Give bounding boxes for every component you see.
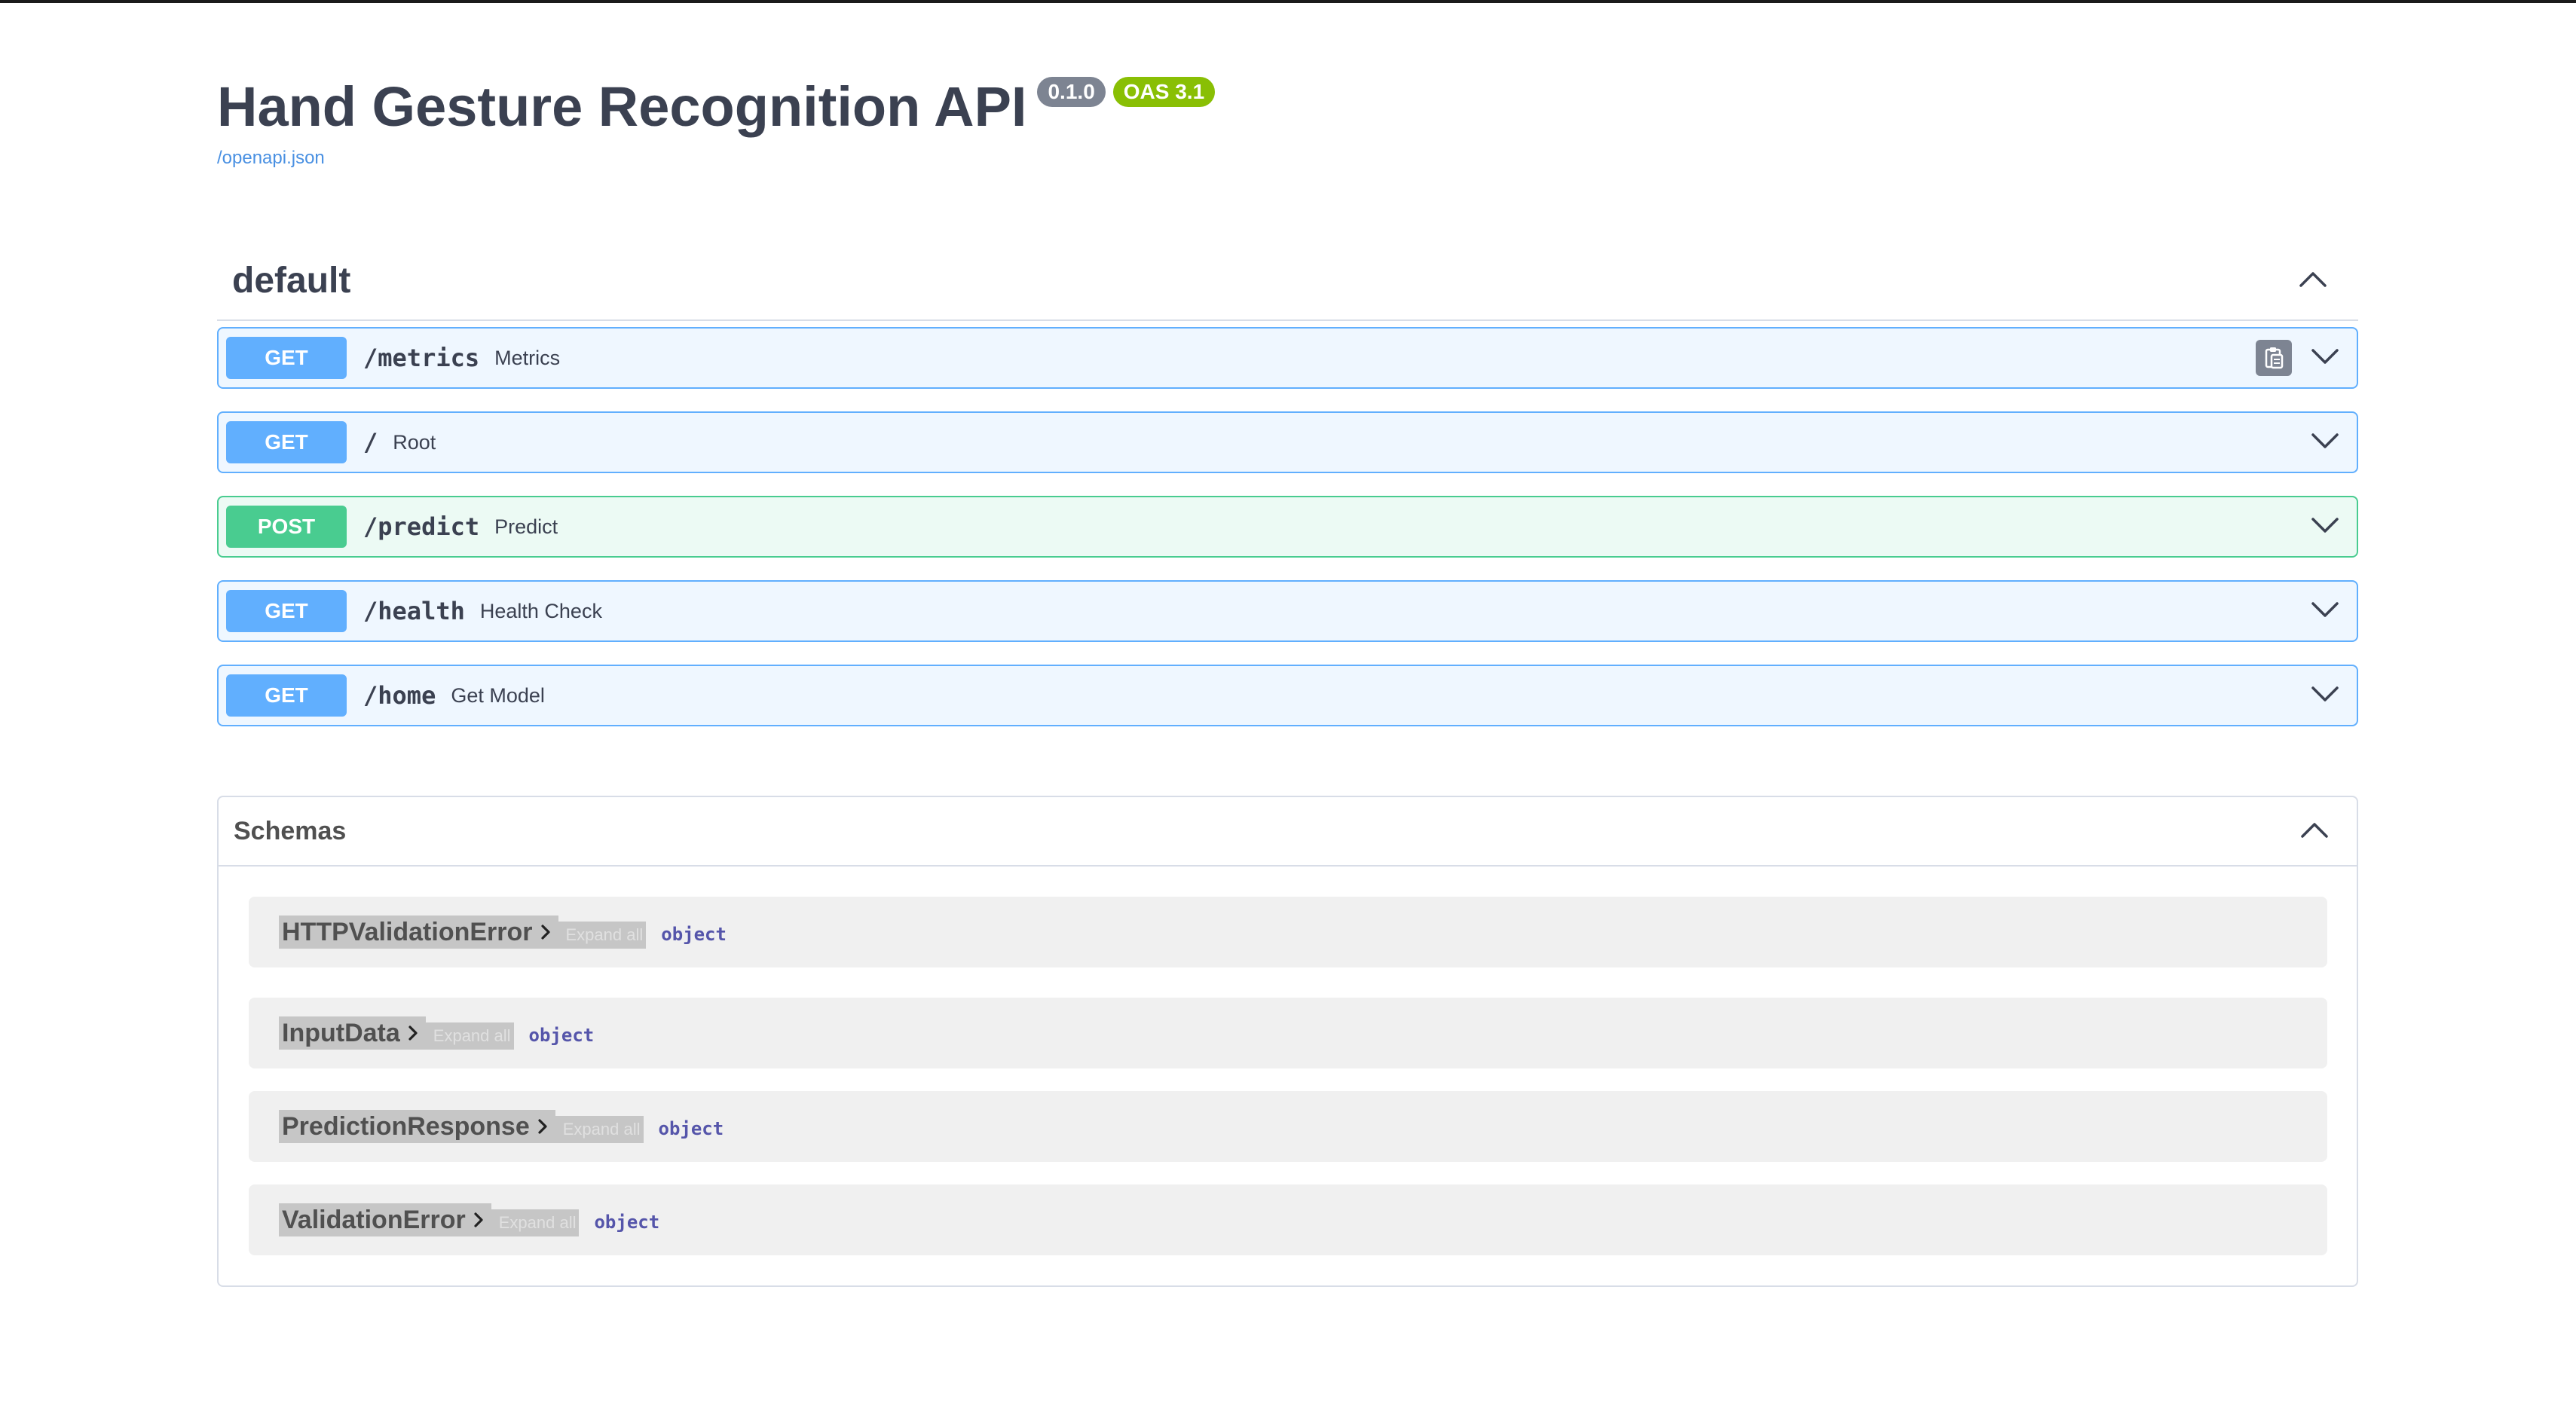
operation-controls [2310, 413, 2340, 472]
schema-http-validation-error: HTTPValidationError Expand all object [249, 897, 2327, 967]
version-badge: 0.1.0 [1037, 77, 1106, 107]
operation-controls [2256, 329, 2340, 387]
oas-badge: OAS 3.1 [1112, 77, 1216, 107]
schema-validation-error: ValidationError Expand all object [249, 1184, 2327, 1255]
api-title: Hand Gesture Recognition API [217, 75, 1027, 138]
schema-type: object [528, 1025, 595, 1046]
chevron-down-icon[interactable] [2310, 432, 2340, 454]
operation-summary: Metrics [494, 346, 561, 369]
operation-controls [2310, 582, 2340, 640]
schema-name: PredictionResponse [282, 1111, 530, 1141]
chevron-down-icon[interactable] [2310, 685, 2340, 707]
method-badge: POST [226, 506, 347, 548]
schema-toggle[interactable]: ValidationError [279, 1203, 491, 1236]
api-info: Hand Gesture Recognition API 0.1.0 OAS 3… [217, 72, 1216, 169]
chevron-right-icon [408, 1019, 418, 1048]
operation-path: /health [363, 597, 465, 625]
schemas-title: Schemas [234, 816, 347, 845]
operation-controls [2310, 497, 2340, 556]
schema-name: InputData [282, 1018, 400, 1047]
operation-path: /home [363, 681, 436, 710]
operation-summary: Root [393, 430, 436, 454]
method-badge: GET [226, 590, 347, 632]
top-border [0, 0, 2576, 3]
expand-all-button[interactable]: Expand all [558, 922, 647, 949]
operation-get-home[interactable]: GET /home Get Model [217, 665, 2358, 726]
tag-name: default [232, 260, 351, 301]
openapi-json-link[interactable]: /openapi.json [217, 148, 1215, 169]
operation-summary: Health Check [479, 599, 602, 622]
operation-get-health[interactable]: GET /health Health Check [217, 580, 2358, 642]
chevron-up-icon[interactable] [2298, 270, 2328, 292]
schema-type: object [594, 1212, 660, 1233]
title-row: Hand Gesture Recognition API 0.1.0 OAS 3… [217, 72, 1216, 142]
expand-all-button[interactable]: Expand all [555, 1116, 644, 1143]
chevron-up-icon[interactable] [2299, 821, 2330, 842]
operation-path: / [363, 428, 378, 457]
chevron-down-icon[interactable] [2310, 601, 2340, 622]
expand-all-button[interactable]: Expand all [425, 1022, 514, 1050]
schema-input-data: InputData Expand all object [249, 998, 2327, 1068]
schemas-section: Schemas HTTPValidationError Expand all o… [217, 796, 2358, 1287]
schema-toggle[interactable]: HTTPValidationError [279, 915, 558, 949]
schema-name: ValidationError [282, 1205, 466, 1234]
schema-type: object [658, 1118, 724, 1139]
copy-to-clipboard-button[interactable] [2256, 340, 2292, 376]
expand-all-button[interactable]: Expand all [491, 1209, 580, 1236]
method-badge: GET [226, 674, 347, 717]
schema-toggle[interactable]: PredictionResponse [279, 1110, 555, 1143]
operation-path: /metrics [363, 344, 480, 372]
operation-get-root[interactable]: GET / Root [217, 411, 2358, 473]
operation-controls [2310, 666, 2340, 725]
schemas-header[interactable]: Schemas [219, 797, 2357, 867]
operation-get-metrics[interactable]: GET /metrics Metrics [217, 327, 2358, 389]
tag-section-header[interactable]: default [217, 241, 2358, 321]
method-badge: GET [226, 421, 347, 463]
clipboard-icon [2265, 347, 2284, 369]
operation-summary: Predict [494, 515, 558, 538]
chevron-down-icon[interactable] [2310, 516, 2340, 538]
operation-path: /predict [363, 512, 480, 541]
chevron-down-icon[interactable] [2310, 347, 2340, 369]
method-badge: GET [226, 337, 347, 379]
operations-list: GET /metrics Metrics GET / Root POST /pr… [217, 327, 2358, 749]
chevron-right-icon [473, 1206, 484, 1235]
schema-name: HTTPValidationError [282, 917, 533, 946]
operation-summary: Get Model [451, 683, 545, 707]
operation-post-predict[interactable]: POST /predict Predict [217, 496, 2358, 558]
schema-type: object [661, 924, 727, 945]
schema-toggle[interactable]: InputData [279, 1016, 426, 1050]
chevron-right-icon [540, 918, 551, 947]
schema-prediction-response: PredictionResponse Expand all object [249, 1091, 2327, 1162]
chevron-right-icon [537, 1112, 548, 1142]
